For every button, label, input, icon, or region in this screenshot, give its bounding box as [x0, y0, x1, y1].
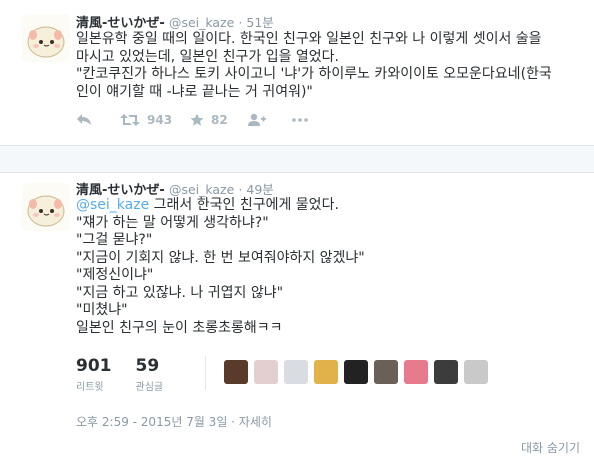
- tweet-2: 清風-せいかぜ- @sei_kaze · 49분 @sei_kaze 그래서 한…: [0, 172, 594, 475]
- tweet-line: "미쳤냐": [76, 302, 128, 318]
- tweet-datetime[interactable]: 오후 2:59 - 2015년 7월 3일 · 자세히: [76, 413, 272, 430]
- follow-icon: [248, 113, 266, 126]
- tweet-1: 清風-せいかぜ- @sei_kaze · 51분 일본유학 중일 때의 일이다.…: [0, 0, 594, 146]
- mention-link[interactable]: @sei_kaze: [76, 197, 149, 213]
- tweet-line: "제정신이냐": [76, 267, 154, 283]
- favoriter-avatar[interactable]: [254, 360, 279, 384]
- tweet-line: 인이 얘기할 때 -냐로 끝나는 거 귀여워)": [76, 83, 313, 100]
- favoriter-avatar[interactable]: [374, 360, 399, 384]
- tweet-text: 일본유학 중일 때의 일이다. 한국인 친구와 일본인 친구와 나 이렇게 셋이…: [76, 31, 581, 101]
- favoriter-avatar[interactable]: [434, 360, 459, 384]
- favorite-count: 82: [211, 113, 228, 127]
- retweet-stat[interactable]: 901 리트윗: [76, 356, 112, 393]
- more-icon: [292, 118, 308, 122]
- follow-button[interactable]: [248, 113, 292, 127]
- handle[interactable]: @sei_kaze: [169, 15, 234, 30]
- tweet-divider: [0, 146, 594, 172]
- avatar[interactable]: [22, 183, 70, 231]
- timestamp[interactable]: · 49분: [238, 182, 273, 197]
- tweet-line: "그걸 묻냐?": [76, 232, 153, 248]
- avatar-hamster-icon: [27, 26, 65, 58]
- tweet-header: 清風-せいかぜ- @sei_kaze · 49분: [76, 179, 274, 198]
- tweet-line: "쟤가 하는 말 어떻게 생각하냐?": [76, 214, 269, 231]
- retweet-button[interactable]: 943: [120, 113, 190, 127]
- favorite-button[interactable]: 82: [190, 113, 248, 127]
- tweet-text: @sei_kaze 그래서 한국인 친구에게 물었다. "쟤가 하는 말 어떻게…: [76, 197, 581, 337]
- handle[interactable]: @sei_kaze: [169, 182, 234, 197]
- favoriter-avatar[interactable]: [404, 360, 429, 384]
- retweet-label: 리트윗: [76, 382, 104, 393]
- favoriter-avatar[interactable]: [314, 360, 339, 384]
- stats-divider: [205, 356, 207, 390]
- reply-button[interactable]: [76, 113, 120, 127]
- tweet-line: "칸코쿠진가 하나스 토키 사이고니 '냐'가 하이루노 카와이이토 오모운다요…: [76, 66, 552, 82]
- favoriter-avatar[interactable]: [224, 360, 249, 384]
- fullname[interactable]: 清風-せいかぜ-: [76, 16, 165, 31]
- favorite-count: 59: [135, 356, 160, 376]
- retweet-count: 901: [76, 356, 112, 376]
- tweet-line: "지금 하고 있잖냐. 나 귀엽지 않냐": [76, 284, 284, 301]
- avatar[interactable]: [22, 14, 70, 62]
- favoriter-avatar[interactable]: [344, 360, 369, 384]
- reply-icon: [77, 114, 91, 125]
- tweet-stats: 901 리트윗 59 관심글: [76, 356, 489, 393]
- favoriter-avatar[interactable]: [284, 360, 309, 384]
- tweet-line: 일본유학 중일 때의 일이다. 한국인 친구와 일본인 친구와 나 이렇게 셋이…: [76, 31, 542, 47]
- favorite-icon: [190, 113, 204, 126]
- timestamp[interactable]: · 51분: [238, 15, 273, 30]
- tweet-line: 일본인 친구의 눈이 초롱초롱해ㅋㅋ: [76, 319, 283, 336]
- favoriter-avatars: [224, 360, 489, 384]
- tweet-header: 清風-せいかぜ- @sei_kaze · 51분: [76, 12, 274, 31]
- avatar-hamster-icon: [27, 195, 65, 227]
- hide-conversation-link[interactable]: 대화 숨기기: [521, 439, 580, 456]
- tweet-line: @sei_kaze 그래서 한국인 친구에게 물었다.: [76, 197, 339, 213]
- tweet-line: 마시고 있었는데, 일본인 친구가 입을 열었다.: [76, 48, 339, 65]
- retweet-icon: [120, 114, 140, 126]
- favorite-label: 관심글: [135, 382, 164, 393]
- tweet-actions: 943 82: [76, 110, 308, 130]
- fullname[interactable]: 清風-せいかぜ-: [76, 183, 165, 198]
- more-button[interactable]: [292, 117, 308, 123]
- retweet-count: 943: [147, 113, 173, 127]
- favoriter-avatar[interactable]: [464, 360, 489, 384]
- tweet-line: "지금이 기회지 않냐. 한 번 보여줘야하지 않겠냐": [76, 249, 365, 266]
- favorite-stat[interactable]: 59 관심글: [136, 356, 164, 393]
